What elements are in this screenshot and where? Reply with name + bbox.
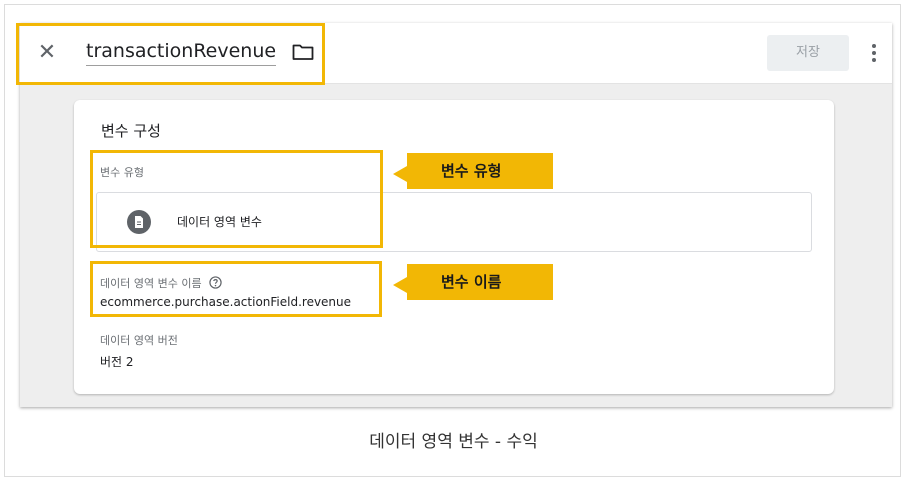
more-vert-icon[interactable] [871, 43, 877, 63]
figure-frame: ✕ transactionRevenue 저장 변수 구성 변수 유형 데이터 … [4, 4, 901, 477]
dl-version-label: 데이터 영역 버전 [100, 334, 178, 347]
dl-version-value[interactable]: 버전 2 [100, 353, 134, 370]
callout-variable-name: 변수 이름 [393, 264, 553, 300]
figure-caption: 데이터 영역 변수 - 수익 [369, 432, 538, 452]
callout-variable-type: 변수 유형 [393, 153, 553, 189]
save-button[interactable]: 저장 [767, 35, 849, 71]
variable-type-highlight [90, 150, 383, 248]
section-title: 변수 구성 [101, 122, 161, 140]
variable-name-highlight [90, 261, 382, 317]
title-highlight [16, 23, 325, 85]
